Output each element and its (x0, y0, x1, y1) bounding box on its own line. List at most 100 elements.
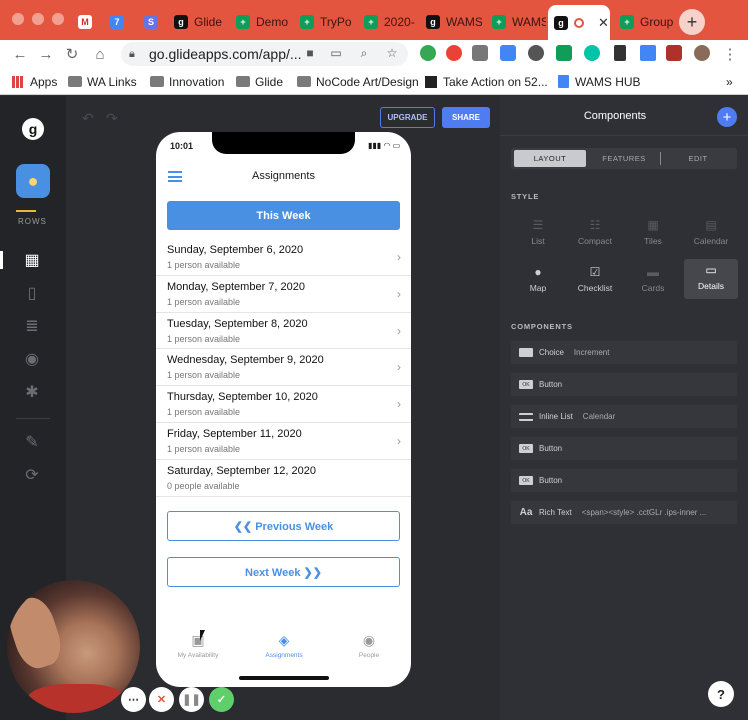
bookmark-nocode[interactable]: NoCode Art/Design (297, 73, 419, 90)
tab-edit[interactable]: EDIT (662, 150, 734, 167)
style-checklist[interactable]: ☑ Checklist (568, 261, 622, 301)
window-minimize-icon[interactable] (32, 13, 44, 25)
sync-icon[interactable]: ⟳ (22, 465, 42, 485)
pencil-icon[interactable]: ✎ (22, 432, 42, 452)
component-row-rich-text[interactable]: Aa Rich Text <span><style> .cctGLr .ips-… (511, 501, 737, 524)
extension-icon[interactable] (472, 45, 488, 61)
browser-tab-wams-glide[interactable]: g WAMS (420, 7, 482, 36)
style-label: Checklist (577, 283, 613, 293)
list-item[interactable]: Saturday, September 12, 2020 0 people av… (156, 460, 411, 497)
gear-icon[interactable]: ✱ (22, 382, 42, 402)
this-week-button[interactable]: This Week (167, 201, 400, 230)
extension-icon[interactable] (420, 45, 436, 61)
bookmark-wa-links[interactable]: WA Links (68, 73, 137, 90)
zoom-icon[interactable]: ⌕ (356, 45, 372, 61)
app-icon[interactable]: ● (16, 164, 50, 198)
forward-arrow-icon[interactable]: → (36, 44, 56, 64)
style-calendar[interactable]: ▤ Calendar (684, 214, 738, 254)
previous-week-button[interactable]: ❮❮ Previous Week (167, 511, 400, 541)
next-week-button[interactable]: Next Week ❯❯ (167, 557, 400, 587)
close-tab-icon[interactable]: ✕ (598, 15, 609, 31)
list-item[interactable]: Tuesday, September 8, 2020 1 person avai… (156, 313, 411, 350)
window-close-icon[interactable] (12, 13, 24, 25)
redo-icon[interactable]: ↷ (106, 110, 118, 127)
tab-assignments[interactable]: ◈ Assignments (249, 632, 319, 659)
bookmark-take-action[interactable]: Take Action on 52... (425, 73, 548, 90)
list-item[interactable]: Thursday, September 10, 2020 1 person av… (156, 386, 411, 423)
recorder-cancel-button[interactable]: ✕ (149, 687, 174, 712)
component-row-choice[interactable]: Choice Increment (511, 341, 737, 364)
component-row-inline-list[interactable]: Inline List Calendar (511, 405, 737, 428)
bookmark-glide[interactable]: Glide (236, 73, 283, 90)
extension-icon[interactable] (556, 45, 572, 61)
phone-icon[interactable]: ▯ (22, 283, 42, 303)
browser-tab-glide[interactable]: g Glide (168, 7, 228, 36)
browser-tab-gmail[interactable]: M (72, 7, 100, 36)
bookmark-innovation[interactable]: Innovation (150, 73, 224, 90)
recorder-pause-button[interactable]: ❚❚ (179, 687, 204, 712)
tab-layout[interactable]: LAYOUT (514, 150, 586, 167)
tab-features[interactable]: FEATURES (588, 150, 660, 167)
layout-icon[interactable]: ▦ (22, 250, 42, 270)
browser-tab-group[interactable]: + Group (614, 7, 674, 36)
more-bookmarks[interactable]: » (726, 73, 733, 90)
star-icon[interactable]: ☆ (384, 45, 400, 61)
puzzle-icon[interactable] (666, 45, 682, 61)
bookmark-wams-hub[interactable]: WAMS HUB (558, 73, 641, 90)
reload-icon[interactable]: ↻ (62, 44, 82, 64)
browser-tab-trypo[interactable]: + TryPo (294, 7, 356, 36)
list-item[interactable]: Wednesday, September 9, 2020 1 person av… (156, 349, 411, 387)
component-row-button[interactable]: OK Button (511, 437, 737, 460)
bookmark-apps[interactable]: Apps (12, 73, 57, 90)
component-row-button[interactable]: OK Button (511, 469, 737, 492)
style-list[interactable]: ☰ List (511, 214, 565, 254)
upgrade-button[interactable]: UPGRADE (380, 107, 435, 128)
list-item[interactable]: Sunday, September 6, 2020 1 person avail… (156, 239, 411, 276)
window-maximize-icon[interactable] (52, 13, 64, 25)
cast-icon[interactable]: ▭ (328, 45, 344, 61)
tab-people[interactable]: ◉ People (334, 632, 404, 659)
style-label: Details (698, 281, 724, 291)
new-tab-button[interactable]: + (679, 9, 705, 35)
menu-dots-icon[interactable]: ⋮ (720, 44, 740, 64)
tab-my-availability[interactable]: ▣ My Availability (163, 632, 233, 659)
browser-tab-calendar[interactable]: 7 (104, 7, 134, 36)
component-row-button[interactable]: OK Button (511, 373, 737, 396)
extension-icon[interactable] (500, 45, 516, 61)
calendar-icon: 7 (110, 14, 124, 29)
camera-icon[interactable]: ■ (302, 45, 318, 61)
back-arrow-icon[interactable]: ← (10, 44, 30, 64)
extension-icon[interactable] (446, 45, 462, 61)
share-button[interactable]: SHARE (442, 107, 490, 128)
undo-icon[interactable]: ↶ (82, 110, 94, 127)
extension-icon[interactable] (584, 45, 600, 61)
browser-tab-demo[interactable]: + Demo (230, 7, 290, 36)
style-cards[interactable]: ▬ Cards (626, 261, 680, 301)
moon-icon[interactable] (528, 45, 544, 61)
list-item[interactable]: Friday, September 11, 2020 1 person avai… (156, 423, 411, 460)
browser-tab-active[interactable]: g ✕ (548, 5, 610, 40)
avatar[interactable] (694, 45, 710, 61)
browser-tab-stripe[interactable]: S (138, 7, 166, 36)
recorder-finish-button[interactable]: ✓ (209, 687, 234, 712)
database-icon[interactable]: ≣ (22, 316, 42, 336)
help-button[interactable]: ? (708, 681, 734, 707)
user-badge-icon: ◈ (278, 632, 290, 648)
list-item[interactable]: Monday, September 7, 2020 1 person avail… (156, 276, 411, 313)
style-tiles[interactable]: ▦ Tiles (626, 214, 680, 254)
browser-toolbar: ← → ↻ ⌂ 🔒︎ go.glideapps.com/app/... ■ ▭ … (0, 40, 748, 68)
recorder-more-button[interactable]: ⋯ (121, 687, 146, 712)
style-map[interactable]: ● Map (511, 261, 565, 301)
add-component-button[interactable]: + (717, 107, 737, 127)
style-details[interactable]: ▭ Details (684, 259, 738, 299)
user-icon[interactable]: ◉ (22, 349, 42, 369)
extension-icon[interactable] (640, 45, 656, 61)
style-compact[interactable]: ☷ Compact (568, 214, 622, 254)
browser-tab-2020[interactable]: + 2020- (358, 7, 418, 36)
home-icon[interactable]: ⌂ (90, 44, 110, 64)
tab-label: Group (640, 14, 674, 29)
glide-logo[interactable]: g (22, 118, 44, 140)
pen-icon[interactable] (614, 45, 626, 61)
recording-icon (574, 17, 584, 28)
browser-tab-wams-sheets[interactable]: + WAMS (486, 7, 546, 36)
